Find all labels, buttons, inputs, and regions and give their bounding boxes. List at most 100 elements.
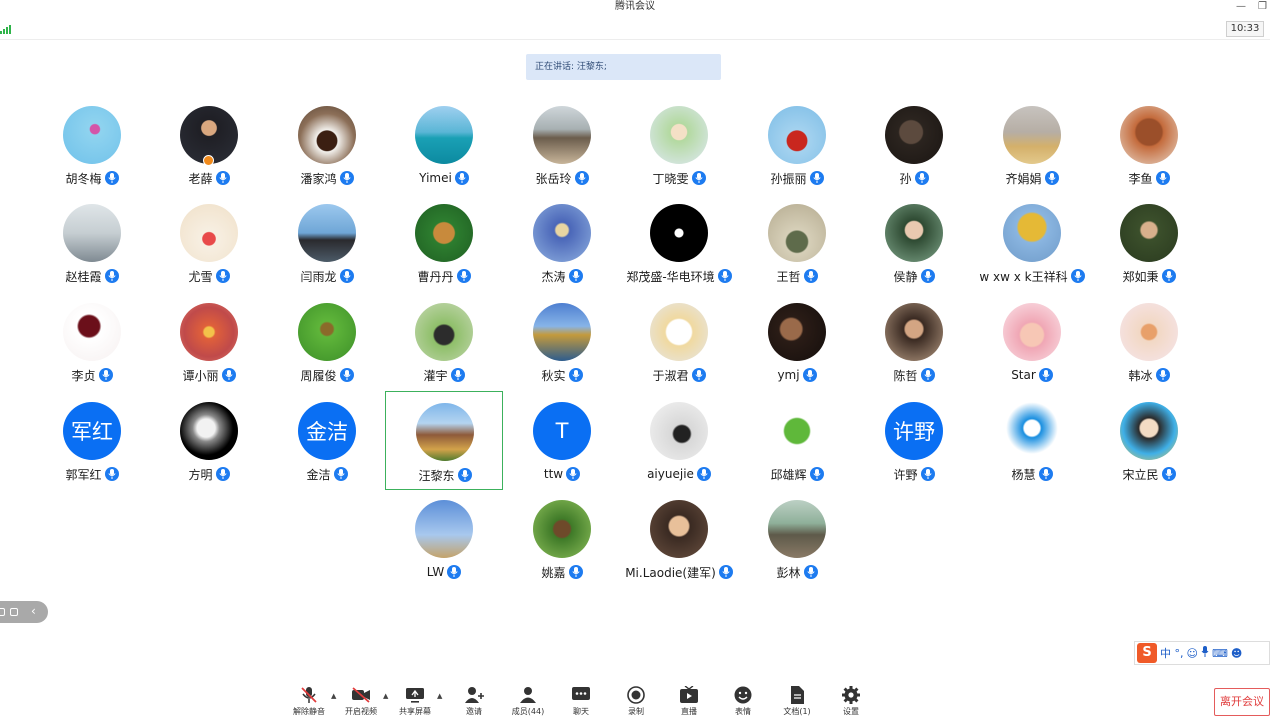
participant-tile[interactable]: 潘家鸿	[268, 95, 386, 194]
avatar	[533, 106, 591, 164]
microphone-icon	[339, 269, 354, 283]
participant-tile[interactable]: 韩冰	[1090, 292, 1208, 391]
participant-tile[interactable]: 姚嘉	[503, 489, 621, 588]
participant-tile[interactable]: 杰涛	[503, 193, 621, 292]
participant-tile[interactable]: 孙振丽	[738, 95, 856, 194]
participant-tile[interactable]: w xw x k王祥科	[973, 193, 1091, 292]
participant-name: 胡冬梅	[65, 171, 102, 186]
participant-tile[interactable]: Tttw	[503, 391, 621, 490]
participant-tile[interactable]: 李贞	[33, 292, 151, 391]
caret-up-icon[interactable]: ▲	[331, 692, 336, 700]
toolbar-button-label: 表情	[735, 707, 751, 716]
participant-tile[interactable]: 秋实	[503, 292, 621, 391]
microphone-icon	[920, 269, 935, 283]
microphone-icon	[1044, 171, 1059, 185]
participant-tile[interactable]: Mi.Laodie(建军)	[620, 489, 738, 588]
side-panel-toggle[interactable]: ‹	[0, 601, 48, 623]
voice-input-icon[interactable]	[1201, 646, 1209, 660]
participant-tile[interactable]: 汪黎东	[385, 391, 503, 490]
caret-up-icon[interactable]: ▲	[437, 692, 442, 700]
participant-name: 邱雄辉	[770, 467, 807, 482]
participant-name: 尤雪	[188, 269, 213, 284]
participant-tile[interactable]: Star	[973, 292, 1091, 391]
meeting-clock: 10:33	[1226, 21, 1264, 37]
participant-name: 秋实	[541, 368, 566, 383]
participant-tile[interactable]: 侯静	[855, 193, 973, 292]
participant-tile[interactable]: 李鱼	[1090, 95, 1208, 194]
ime-toolbar[interactable]: S 中 °, ☺ ⌨ ☻	[1134, 641, 1270, 665]
participant-tile[interactable]: 谭小丽	[150, 292, 268, 391]
participant-tile[interactable]: 曹丹丹	[385, 193, 503, 292]
smiley-icon[interactable]: ☺	[1187, 647, 1198, 660]
participant-tile[interactable]: 陈哲	[855, 292, 973, 391]
sogou-logo-icon: S	[1137, 643, 1157, 663]
participant-name: 杰涛	[541, 269, 566, 284]
participant-tile[interactable]: 齐娟娟	[973, 95, 1091, 194]
participant-tile[interactable]: 孙	[855, 95, 973, 194]
participant-tile[interactable]: 尤雪	[150, 193, 268, 292]
participant-name-row: 侯静	[855, 267, 973, 285]
toolbar-button-settings[interactable]: 设置	[827, 684, 875, 724]
participant-tile[interactable]: 邱雄辉	[738, 391, 856, 490]
speaker-view-icon	[10, 608, 18, 616]
participant-tile[interactable]: 郑如秉	[1090, 193, 1208, 292]
participant-tile[interactable]: 丁晓雯	[620, 95, 738, 194]
toolbar-button-record[interactable]: 录制	[612, 684, 660, 724]
avatar	[1003, 402, 1061, 460]
participant-tile[interactable]: 于淑君	[620, 292, 738, 391]
toolbar-button-emoji[interactable]: 表情	[719, 684, 767, 724]
participant-tile[interactable]: 赵桂霞	[33, 193, 151, 292]
participant-tile[interactable]: ymj	[738, 292, 856, 391]
participant-name: 周履俊	[300, 368, 337, 383]
minimize-icon[interactable]: —	[1236, 1, 1246, 13]
toolbar-button-mic-muted[interactable]: 解除静音	[285, 684, 333, 724]
participant-tile[interactable]: aiyuejie	[620, 391, 738, 490]
restore-icon[interactable]: ❐	[1258, 1, 1267, 13]
participant-name: 孙	[899, 171, 912, 186]
participant-name: 许野	[893, 467, 918, 482]
avatar	[415, 204, 473, 262]
signal-strength-icon[interactable]	[0, 23, 12, 34]
avatar	[650, 204, 708, 262]
participant-tile[interactable]: 王哲	[738, 193, 856, 292]
participant-tile[interactable]: 宋立民	[1090, 391, 1208, 490]
participant-tile[interactable]: 军红 郭军红	[33, 391, 151, 490]
participant-tile[interactable]: 闫雨龙	[268, 193, 386, 292]
leave-meeting-button[interactable]: 离开会议	[1214, 688, 1270, 716]
participant-tile[interactable]: 杨慧	[973, 391, 1091, 490]
toolbar-button-live[interactable]: 直播	[665, 684, 713, 724]
participant-tile[interactable]: 金洁 金洁	[268, 391, 386, 490]
participant-name: 李鱼	[1128, 171, 1153, 186]
toolbar-button-document[interactable]: 文档(1)	[773, 684, 821, 724]
bottom-toolbar: 解除静音 ▲ 开启视频 ▲ 共享屏幕 ▲ 邀请 成员(44) 聊天 录制 直播 表情 文档(1) 设置	[285, 684, 885, 724]
participant-name-row: 郑如秉	[1090, 267, 1208, 285]
toolbar-button-invite[interactable]: 邀请	[450, 684, 498, 724]
participant-tile[interactable]: Yimei	[385, 95, 503, 194]
participant-tile[interactable]: 郑茂盛-华电环境	[620, 193, 738, 292]
toolbar-button-share-screen[interactable]: 共享屏幕	[391, 684, 439, 724]
participant-tile[interactable]: 方明	[150, 391, 268, 490]
participant-tile[interactable]: 张岳玲	[503, 95, 621, 194]
avatar	[1003, 106, 1061, 164]
toolbar-button-members[interactable]: 成员(44)	[504, 684, 552, 724]
participant-tile[interactable]: 胡冬梅	[33, 95, 151, 194]
participant-tile[interactable]: 灌宇	[385, 292, 503, 391]
participant-tile[interactable]: 老薛	[150, 95, 268, 194]
avatar	[885, 303, 943, 361]
microphone-icon	[98, 368, 113, 382]
toolbar-button-video-off[interactable]: 开启视频	[337, 684, 385, 724]
toolbar-button-label: 邀请	[466, 707, 482, 716]
avatar	[650, 106, 708, 164]
toolbar-button-label: 录制	[628, 707, 644, 716]
participant-tile[interactable]: 彭林	[738, 489, 856, 588]
toolbar-button-chat[interactable]: 聊天	[557, 684, 605, 724]
microphone-icon	[339, 368, 354, 382]
participant-name-row: 方明	[150, 465, 268, 483]
keyboard-icon[interactable]: ⌨	[1212, 647, 1228, 660]
participant-tile[interactable]: LW	[385, 489, 503, 588]
caret-up-icon[interactable]: ▲	[383, 692, 388, 700]
user-icon[interactable]: ☻	[1231, 647, 1242, 660]
avatar	[63, 204, 121, 262]
participant-tile[interactable]: 周履俊	[268, 292, 386, 391]
participant-tile[interactable]: 许野 许野	[855, 391, 973, 490]
